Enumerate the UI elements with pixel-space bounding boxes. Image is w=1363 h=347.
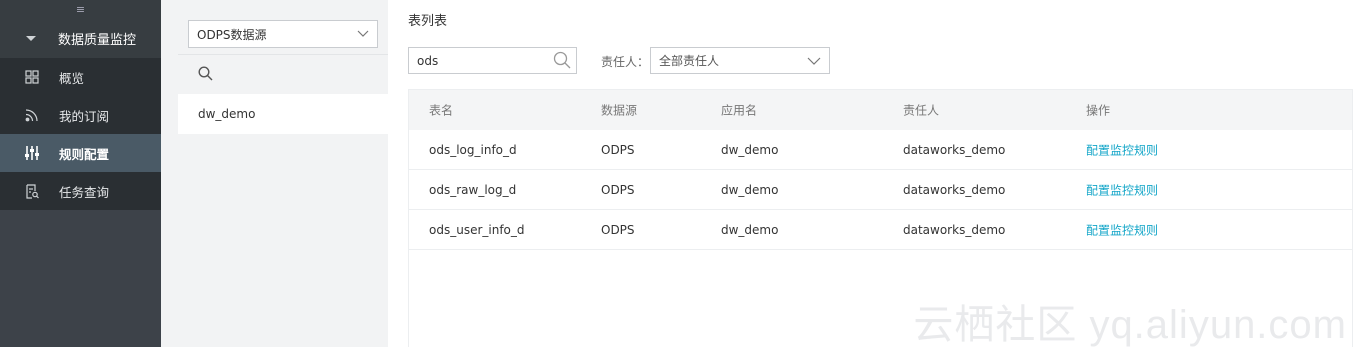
datasource-select-value: ODPS数据源 — [197, 27, 267, 42]
cell-app-name: dw_demo — [721, 182, 779, 197]
header-table-name: 表名 — [429, 103, 454, 118]
app-root: ≡ 数据质量监控 概览 我的订阅 规则配置 任务查询 ODPS数据源 dw_de… — [0, 0, 1363, 347]
header-actions: 操作 — [1086, 103, 1111, 118]
cell-owner: dataworks_demo — [903, 142, 1006, 157]
cell-datasource: ODPS — [601, 222, 635, 237]
project-name: dw_demo — [198, 107, 256, 121]
nav-item-label: 我的订阅 — [59, 108, 110, 124]
watermark: 云栖社区 yq.aliyun.com — [913, 303, 1347, 347]
caret-down-icon — [26, 35, 36, 41]
nav-section-data-quality[interactable]: 数据质量监控 — [0, 18, 161, 58]
cell-table-name: ods_log_info_d — [429, 142, 517, 157]
cell-datasource: ODPS — [601, 142, 635, 157]
chevron-down-icon — [357, 27, 369, 42]
grid-icon — [23, 68, 41, 86]
header-app-name: 应用名 — [721, 103, 758, 118]
table-row: ods_user_info_d ODPS dw_demo dataworks_d… — [409, 210, 1352, 250]
nav-item-overview[interactable]: 概览 — [0, 58, 161, 96]
owner-filter-value: 全部责任人 — [659, 54, 720, 68]
cell-table-name: ods_raw_log_d — [429, 182, 517, 197]
cell-app-name: dw_demo — [721, 222, 779, 237]
nav-item-label: 任务查询 — [59, 184, 110, 200]
menu-icon: ≡ — [75, 2, 86, 16]
datasource-panel: ODPS数据源 dw_demo — [161, 0, 388, 347]
configure-rules-link[interactable]: 配置监控规则 — [1086, 141, 1158, 158]
left-nav: ≡ 数据质量监控 概览 我的订阅 规则配置 任务查询 — [0, 0, 161, 347]
cell-app-name: dw_demo — [721, 142, 779, 157]
table-search-input[interactable]: ods — [408, 47, 577, 74]
rss-icon — [23, 106, 41, 124]
header-datasource: 数据源 — [601, 103, 638, 118]
header-owner: 责任人 — [903, 103, 940, 118]
cell-datasource: ODPS — [601, 182, 635, 197]
main-content: 表列表 ods 责任人： 全部责任人 表名 数据源 应用名 责任人 操作 ods… — [388, 0, 1363, 347]
nav-item-rule-config[interactable]: 规则配置 — [0, 134, 161, 172]
configure-rules-link[interactable]: 配置监控规则 — [1086, 221, 1158, 238]
table-header: 表名 数据源 应用名 责任人 操作 — [409, 90, 1352, 130]
nav-item-subscriptions[interactable]: 我的订阅 — [0, 96, 161, 134]
nav-item-task-query[interactable]: 任务查询 — [0, 172, 161, 210]
table-search-value: ods — [417, 53, 439, 68]
cell-table-name: ods_user_info_d — [429, 222, 525, 237]
project-list-item[interactable]: dw_demo — [178, 94, 388, 134]
nav-section-label: 数据质量监控 — [58, 32, 137, 48]
page-title: 表列表 — [408, 14, 448, 29]
nav-item-label: 概览 — [59, 70, 85, 86]
configure-rules-link[interactable]: 配置监控规则 — [1086, 181, 1158, 198]
table-row: ods_log_info_d ODPS dw_demo dataworks_de… — [409, 130, 1352, 170]
nav-collapse-toggle[interactable]: ≡ — [0, 0, 161, 18]
search-icon[interactable] — [198, 65, 213, 84]
cell-owner: dataworks_demo — [903, 182, 1006, 197]
cell-owner: dataworks_demo — [903, 222, 1006, 237]
owner-filter-label: 责任人： — [601, 55, 650, 69]
project-search[interactable] — [178, 54, 388, 94]
task-search-icon — [23, 182, 41, 200]
search-icon[interactable] — [553, 51, 571, 72]
table-row: ods_raw_log_d ODPS dw_demo dataworks_dem… — [409, 170, 1352, 210]
sliders-icon — [23, 144, 41, 162]
owner-filter-select[interactable]: 全部责任人 — [650, 47, 830, 74]
datasource-select[interactable]: ODPS数据源 — [188, 20, 378, 48]
nav-item-label: 规则配置 — [59, 146, 110, 162]
chevron-down-icon — [807, 54, 821, 71]
